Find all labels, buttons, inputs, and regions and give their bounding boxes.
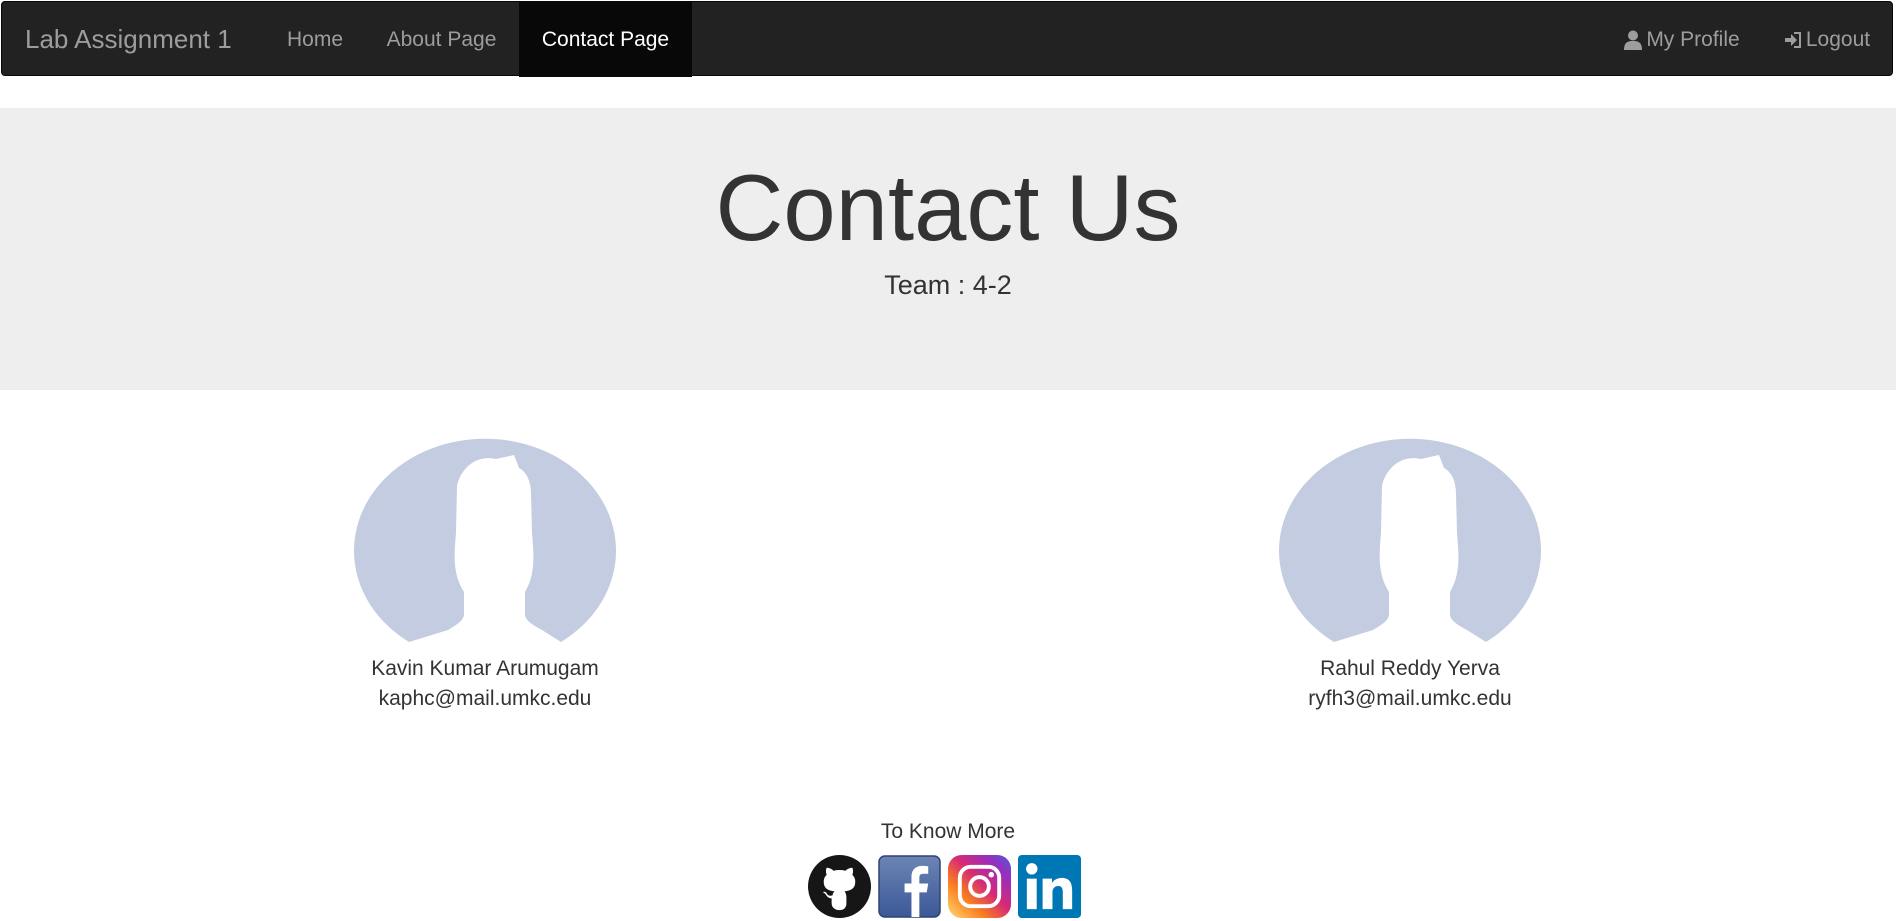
avatar-placeholder-icon [1278, 434, 1542, 642]
member-email: ryfh3@mail.umkc.edu [1308, 687, 1512, 710]
team-member-card: Kavin Kumar Arumugam kaphc@mail.umkc.edu [335, 434, 635, 714]
nav-link-home[interactable]: Home [266, 2, 364, 77]
github-icon[interactable] [808, 855, 871, 918]
member-email: kaphc@mail.umkc.edu [378, 687, 592, 710]
nav-link-my-profile[interactable]: My Profile [1601, 2, 1761, 77]
nav-link-about[interactable]: About Page [364, 2, 519, 77]
nav-link-logout[interactable]: Logout [1761, 2, 1891, 77]
avatar-placeholder-icon [353, 434, 617, 642]
member-name: Rahul Reddy Yerva [1320, 657, 1500, 680]
instagram-icon[interactable] [948, 855, 1011, 918]
user-icon [1622, 29, 1644, 51]
navbar-brand[interactable]: Lab Assignment 1 [25, 2, 232, 77]
team-member-card: Rahul Reddy Yerva ryfh3@mail.umkc.edu [1260, 434, 1560, 714]
jumbotron: Contact Us Team : 4-2 [0, 108, 1896, 390]
facebook-icon[interactable] [878, 855, 941, 918]
nav-link-contact[interactable]: Contact Page [519, 2, 692, 77]
log-in-icon [1782, 29, 1804, 51]
navbar: Lab Assignment 1 Home About Page Contact… [1, 1, 1893, 77]
page-title: Contact Us [715, 155, 1181, 260]
member-name: Kavin Kumar Arumugam [371, 657, 599, 680]
my-profile-label: My Profile [1646, 28, 1740, 51]
team-subtitle: Team : 4-2 [884, 270, 1012, 300]
footer-title: To Know More [880, 820, 1016, 843]
logout-label: Logout [1805, 28, 1871, 51]
linkedin-icon[interactable] [1018, 855, 1081, 918]
